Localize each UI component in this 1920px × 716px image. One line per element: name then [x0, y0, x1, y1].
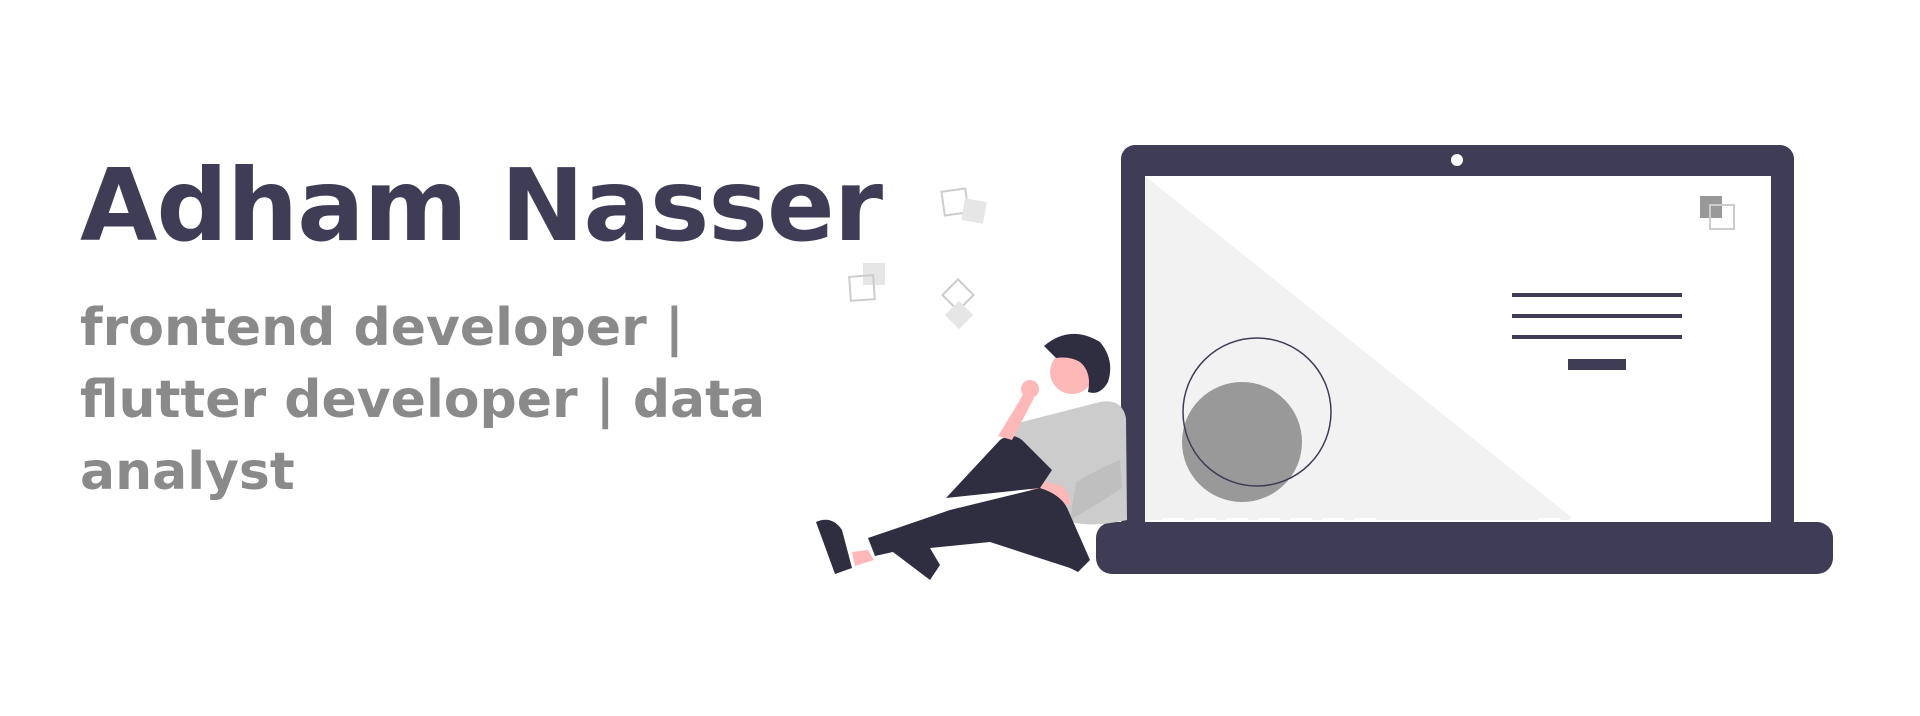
- button-shape: [1568, 359, 1626, 370]
- laptop: [1096, 145, 1833, 574]
- developer-illustration: [816, 145, 1833, 580]
- hand: [1021, 380, 1039, 398]
- floating-squares: [848, 187, 987, 330]
- diamond-filled: [944, 300, 974, 330]
- webcam-icon: [1451, 154, 1463, 166]
- pants: [868, 488, 1090, 580]
- ankle: [852, 550, 874, 566]
- shoe: [816, 519, 852, 574]
- text-line: [1512, 335, 1682, 339]
- laptop-base: [1096, 522, 1833, 574]
- text-line: [1512, 314, 1682, 318]
- person: [816, 333, 1127, 580]
- square-filled: [961, 198, 987, 224]
- text-line: [1512, 293, 1682, 297]
